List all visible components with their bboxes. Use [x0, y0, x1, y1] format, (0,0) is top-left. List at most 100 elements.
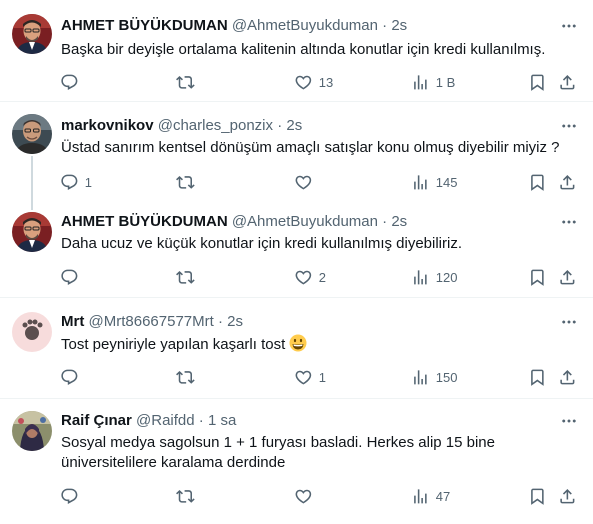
avatar[interactable]	[12, 411, 52, 451]
reply-button[interactable]	[60, 486, 85, 506]
like-button[interactable]: 1	[294, 367, 326, 387]
bookmark-icon	[528, 73, 547, 92]
share-icon	[558, 268, 577, 287]
display-name[interactable]: AHMET BÜYÜKDUMAN	[61, 17, 228, 34]
tweet-text-content: Tost peyniriyle yapılan kaşarlı tost	[61, 336, 286, 353]
tweet-1[interactable]: AHMET BÜYÜKDUMAN @AhmetBuyukduman · 2s B…	[0, 0, 593, 101]
like-count: 1	[318, 369, 326, 385]
retweet-icon	[176, 368, 195, 387]
retweet-button[interactable]	[176, 72, 201, 92]
tweet-header: markovnikov @charles_ponzix · 2s	[61, 116, 553, 136]
tweet-header: AHMET BÜYÜKDUMAN @AhmetBuyukduman · 2s	[61, 212, 553, 232]
timestamp[interactable]: 2s	[391, 17, 407, 34]
share-button[interactable]	[558, 367, 577, 387]
reply-button[interactable]	[60, 72, 85, 92]
thread-line	[31, 198, 33, 210]
display-name[interactable]: Raif Çınar	[61, 412, 132, 429]
retweet-button[interactable]	[176, 267, 201, 287]
tweet-text-line: üniversitelilere karalama derdinde	[61, 454, 286, 471]
display-name[interactable]: AHMET BÜYÜKDUMAN	[61, 213, 228, 230]
views-button[interactable]: 145	[411, 172, 457, 192]
grinning-face-emoji-icon	[289, 334, 307, 352]
user-handle[interactable]: @Raifdd	[136, 412, 195, 429]
retweet-icon	[176, 487, 195, 506]
avatar[interactable]	[12, 212, 52, 252]
reply-button[interactable]	[60, 267, 85, 287]
views-chart-icon	[411, 268, 430, 287]
views-button[interactable]: 150	[411, 367, 457, 387]
share-icon	[558, 73, 577, 92]
views-button[interactable]: 120	[411, 267, 457, 287]
timestamp[interactable]: 2s	[391, 213, 407, 230]
like-button[interactable]	[294, 172, 319, 192]
avatar[interactable]	[12, 312, 52, 352]
bookmark-button[interactable]	[528, 486, 547, 506]
views-chart-icon	[411, 487, 430, 506]
more-icon[interactable]	[559, 16, 579, 36]
reply-icon	[60, 73, 79, 92]
bookmark-icon	[528, 487, 547, 506]
tweet-2[interactable]: markovnikov @charles_ponzix · 2s Üstad s…	[0, 102, 593, 198]
more-icon[interactable]	[559, 212, 579, 232]
user-handle[interactable]: @AhmetBuyukduman	[232, 17, 378, 34]
bookmark-button[interactable]	[528, 72, 547, 92]
reply-button[interactable]	[60, 367, 85, 387]
heart-icon	[294, 173, 313, 192]
bookmark-button[interactable]	[528, 367, 547, 387]
retweet-icon	[176, 268, 195, 287]
retweet-button[interactable]	[176, 486, 201, 506]
tweet-4[interactable]: Mrt @Mrt86667577Mrt · 2s Tost peyniriyle…	[0, 298, 593, 398]
tweet-5[interactable]: Raif Çınar @Raifdd · 1 sa Sosyal medya s…	[0, 399, 593, 524]
user-handle[interactable]: @AhmetBuyukduman	[232, 213, 378, 230]
display-name[interactable]: markovnikov	[61, 117, 154, 134]
separator-dot: ·	[198, 412, 204, 429]
user-handle[interactable]: @charles_ponzix	[158, 117, 273, 134]
like-button[interactable]	[294, 486, 319, 506]
avatar[interactable]	[12, 114, 52, 154]
more-icon[interactable]	[559, 116, 579, 136]
retweet-button[interactable]	[176, 367, 201, 387]
bookmark-button[interactable]	[528, 172, 547, 192]
reply-button[interactable]: 1	[60, 172, 92, 192]
share-icon	[558, 173, 577, 192]
view-count: 145	[435, 174, 458, 190]
like-button[interactable]: 13	[294, 72, 333, 92]
view-count: 47	[435, 488, 451, 504]
action-bar: 1 145	[52, 172, 593, 192]
user-handle[interactable]: @Mrt86667577Mrt	[89, 313, 214, 330]
more-icon[interactable]	[559, 312, 579, 332]
like-count: 13	[318, 74, 334, 90]
like-count: 2	[318, 269, 326, 285]
reply-icon	[60, 173, 79, 192]
separator-dot: ·	[277, 117, 283, 134]
share-button[interactable]	[558, 72, 577, 92]
tweet-text: Üstad sanırım kentsel dönüşüm amaçlı sat…	[61, 139, 560, 156]
share-button[interactable]	[558, 486, 577, 506]
heart-icon	[294, 268, 313, 287]
separator-dot: ·	[382, 213, 388, 230]
timestamp[interactable]: 1 sa	[208, 412, 236, 429]
bookmark-button[interactable]	[528, 267, 547, 287]
views-chart-icon	[411, 173, 430, 192]
heart-icon	[294, 73, 313, 92]
retweet-button[interactable]	[176, 172, 201, 192]
timestamp[interactable]: 2s	[286, 117, 302, 134]
more-icon[interactable]	[559, 411, 579, 431]
action-bar: 47	[52, 486, 593, 506]
thread-line	[31, 156, 33, 198]
avatar[interactable]	[12, 14, 52, 54]
tweet-header: Raif Çınar @Raifdd · 1 sa	[61, 411, 553, 431]
views-button[interactable]: 1 B	[411, 72, 455, 92]
separator-dot: ·	[382, 17, 388, 34]
action-bar: 1 150	[52, 367, 593, 387]
tweet-3[interactable]: AHMET BÜYÜKDUMAN @AhmetBuyukduman · 2s D…	[0, 198, 593, 297]
view-count: 1 B	[435, 74, 456, 90]
like-button[interactable]: 2	[294, 267, 326, 287]
timestamp[interactable]: 2s	[227, 313, 243, 330]
share-button[interactable]	[558, 267, 577, 287]
reply-count: 1	[84, 174, 92, 190]
reply-icon	[60, 268, 79, 287]
views-button[interactable]: 47	[411, 486, 450, 506]
display-name[interactable]: Mrt	[61, 313, 84, 330]
share-button[interactable]	[558, 172, 577, 192]
